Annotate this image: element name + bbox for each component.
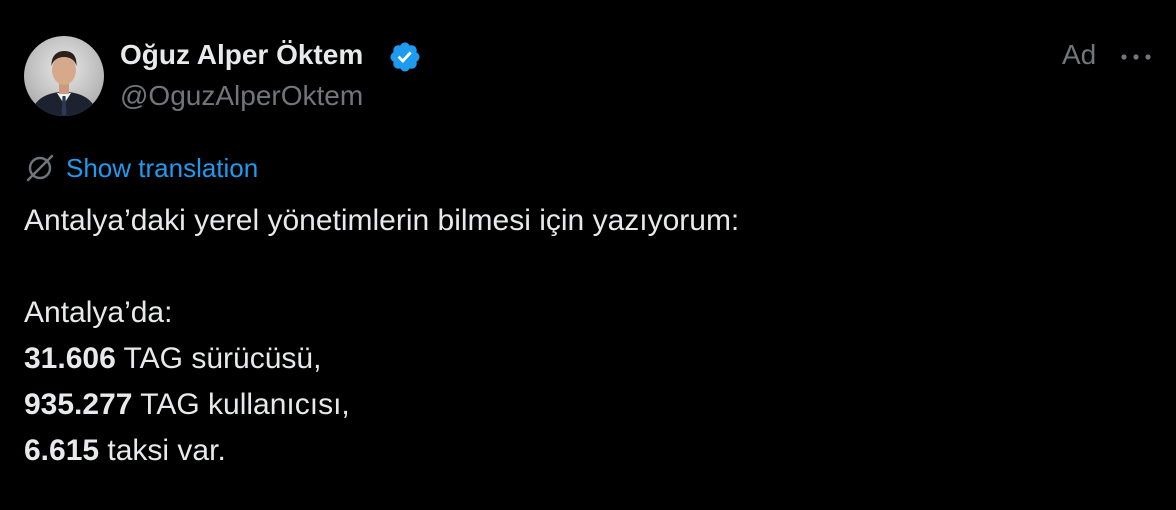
avatar[interactable]	[24, 36, 104, 116]
stat-line: 31.606 TAG sürücüsü,	[24, 336, 1144, 382]
show-translation-link[interactable]: Show translation	[66, 151, 258, 185]
stat-number: 31.606	[24, 342, 116, 375]
author-display-name[interactable]: Oğuz Alper Öktem	[120, 38, 363, 72]
stat-number: 6.615	[24, 434, 100, 467]
verified-badge-icon	[390, 42, 420, 72]
stat-line: 935.277 TAG kullanıcısı,	[24, 382, 1144, 428]
tweet-card: Oğuz Alper Öktem @OguzAlperOktem Ad Show…	[0, 0, 1176, 510]
more-options-icon[interactable]	[1116, 42, 1156, 72]
stat-line: 6.615 taksi var.	[24, 428, 1144, 474]
tweet-heading-line: Antalya’da:	[24, 296, 173, 329]
stat-number: 935.277	[24, 388, 133, 421]
stat-text: taksi var.	[99, 434, 226, 467]
tweet-intro-line: Antalya’daki yerel yönetimlerin bilmesi …	[24, 204, 740, 237]
avatar-photo	[30, 51, 98, 116]
tweet-text: Antalya’daki yerel yönetimlerin bilmesi …	[24, 198, 1144, 474]
ad-label: Ad	[1062, 39, 1097, 70]
stat-text: TAG sürücüsü,	[115, 342, 322, 375]
author-handle[interactable]: @OguzAlperOktem	[120, 79, 363, 113]
translation-row: Show translation	[24, 150, 258, 186]
stat-text: TAG kullanıcısı,	[132, 388, 350, 421]
translate-globe-icon	[26, 154, 54, 182]
